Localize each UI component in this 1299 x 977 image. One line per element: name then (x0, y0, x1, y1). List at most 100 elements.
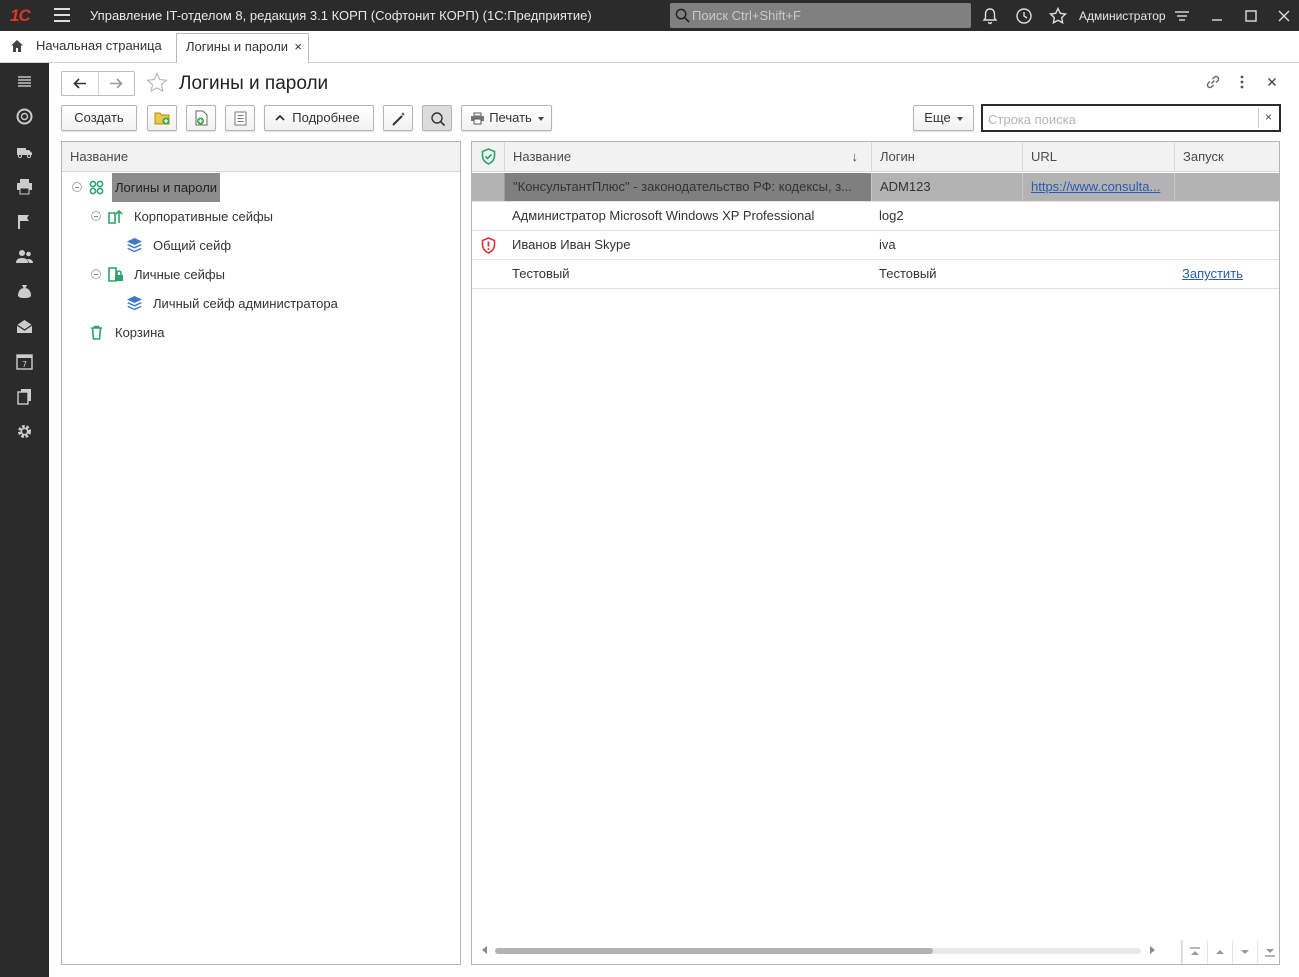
documents-icon[interactable] (15, 387, 34, 406)
users-icon[interactable] (15, 247, 34, 266)
table-row[interactable]: Администратор Microsoft Windows XP Profe… (472, 202, 1279, 231)
tab-close-icon[interactable]: × (294, 34, 302, 60)
printer-icon[interactable] (15, 177, 34, 196)
tab-home[interactable]: Начальная страница (0, 31, 170, 62)
scroll-thumb[interactable] (495, 948, 933, 954)
table-row[interactable]: "КонсультантПлюс" - законодательство РФ:… (472, 173, 1279, 202)
tree-item-root[interactable]: Логины и пароли (62, 173, 460, 202)
favorite-star-icon[interactable] (145, 71, 169, 95)
go-up-button[interactable] (1207, 940, 1231, 964)
column-protection[interactable] (472, 142, 504, 172)
tree-item-label: Корпоративные сейфы (134, 209, 273, 224)
truck-icon[interactable] (15, 142, 34, 161)
tab-logins-passwords[interactable]: Логины и пароли × (176, 33, 309, 63)
tree-item-shared-safe[interactable]: Общий сейф (62, 231, 460, 260)
title-bar: 1С Управление IT-отделом 8, редакция 3.1… (0, 0, 1299, 31)
last-page-icon (1265, 949, 1275, 957)
report-list-button[interactable] (225, 105, 255, 131)
print-label: Печать (489, 110, 532, 125)
user-name[interactable]: Администратор (1079, 9, 1166, 23)
favorites-star-icon[interactable] (1048, 6, 1068, 26)
scroll-right-icon[interactable] (1150, 946, 1155, 954)
app-logo: 1С (10, 6, 31, 25)
tree-item-trash[interactable]: Корзина (62, 318, 460, 347)
forward-arrow-icon[interactable] (109, 77, 123, 90)
create-button[interactable]: Создать (61, 105, 137, 131)
bell-icon[interactable] (980, 6, 1000, 26)
list-search-input[interactable] (988, 110, 1250, 128)
go-first-button[interactable] (1182, 940, 1206, 964)
url-cell[interactable] (1022, 260, 1174, 288)
calendar-icon[interactable]: 7 (15, 352, 34, 371)
scroll-track[interactable] (495, 948, 1141, 954)
back-arrow-icon[interactable] (73, 77, 87, 90)
tree-item-admin-safe[interactable]: Личный сейф администратора (62, 289, 460, 318)
menu-list-icon[interactable] (15, 72, 34, 91)
more-details-button[interactable]: Подробнее (264, 105, 374, 131)
tree-header[interactable]: Название (62, 142, 460, 172)
tree-item-corporate-safes[interactable]: Корпоративные сейфы (62, 202, 460, 231)
collapse-icon[interactable] (91, 211, 101, 221)
print-button[interactable]: Печать (461, 105, 552, 131)
close-form-icon[interactable] (1263, 73, 1281, 91)
more-actions-button[interactable]: Еще (913, 105, 974, 131)
table-row[interactable]: Иванов Иван Skype iva (472, 231, 1279, 260)
launch-cell[interactable] (1174, 173, 1279, 201)
maximize-icon[interactable] (1241, 6, 1261, 26)
collapse-icon[interactable] (91, 269, 101, 279)
launch-cell[interactable] (1174, 231, 1279, 259)
name-cell[interactable]: Тестовый (504, 260, 871, 288)
url-cell[interactable] (1022, 231, 1174, 259)
login-cell[interactable]: iva (871, 231, 1022, 259)
url-cell[interactable] (1022, 202, 1174, 230)
login-cell[interactable]: ADM123 (871, 173, 1022, 201)
column-launch[interactable]: Запуск (1174, 142, 1279, 172)
global-search[interactable] (670, 3, 971, 28)
column-name[interactable]: Название ↓ (504, 142, 871, 172)
launch-cell[interactable] (1174, 202, 1279, 230)
horizontal-scrollbar[interactable] (472, 940, 1279, 964)
layers-stack-icon (127, 238, 142, 253)
go-last-button[interactable] (1257, 940, 1279, 964)
mail-envelope-icon[interactable] (15, 317, 34, 336)
personal-safe-lock-icon (108, 267, 123, 282)
name-cell[interactable]: Иванов Иван Skype (504, 231, 871, 259)
more-vertical-icon[interactable] (1233, 73, 1251, 91)
wrench-flag-icon[interactable] (15, 212, 34, 231)
magic-wand-button[interactable] (383, 105, 413, 131)
scroll-left-icon[interactable] (482, 946, 487, 954)
url-link[interactable]: https://www.consulta... (1031, 179, 1160, 194)
close-window-icon[interactable] (1274, 6, 1294, 26)
clear-search-icon[interactable]: × (1265, 110, 1272, 124)
search-toggle-button[interactable] (422, 105, 452, 131)
main-menu-icon[interactable] (54, 8, 70, 22)
list-search-box[interactable]: × (981, 104, 1281, 132)
column-name-label: Название (513, 149, 572, 164)
gear-icon[interactable] (15, 422, 34, 441)
create-folder-button[interactable] (147, 105, 177, 131)
copy-item-button[interactable] (186, 105, 216, 131)
tree-item-label: Общий сейф (153, 238, 232, 253)
name-cell[interactable]: Администратор Microsoft Windows XP Profe… (504, 202, 871, 230)
table-row[interactable]: Тестовый Тестовый Запустить (472, 260, 1279, 289)
global-search-input[interactable] (692, 6, 962, 25)
money-bag-icon[interactable] (15, 282, 34, 301)
protection-cell (472, 260, 504, 288)
link-icon[interactable] (1204, 73, 1222, 91)
column-login[interactable]: Логин (871, 142, 1022, 172)
history-icon[interactable] (1014, 6, 1034, 26)
tab-bar: Начальная страница Логины и пароли × (0, 31, 1299, 63)
url-cell[interactable]: https://www.consulta... (1022, 173, 1174, 201)
column-url[interactable]: URL (1022, 142, 1174, 172)
collapse-icon[interactable] (72, 182, 82, 192)
go-down-button[interactable] (1232, 940, 1256, 964)
login-cell[interactable]: log2 (871, 202, 1022, 230)
login-cell[interactable]: Тестовый (871, 260, 1022, 288)
launch-cell[interactable]: Запустить (1174, 260, 1279, 288)
lifebuoy-icon[interactable] (15, 107, 34, 126)
minimize-icon[interactable] (1207, 6, 1227, 26)
settings-lines-icon[interactable] (1172, 6, 1192, 26)
tree-item-personal-safes[interactable]: Личные сейфы (62, 260, 460, 289)
name-cell[interactable]: "КонсультантПлюс" - законодательство РФ:… (504, 173, 871, 201)
launch-link[interactable]: Запустить (1182, 266, 1243, 281)
